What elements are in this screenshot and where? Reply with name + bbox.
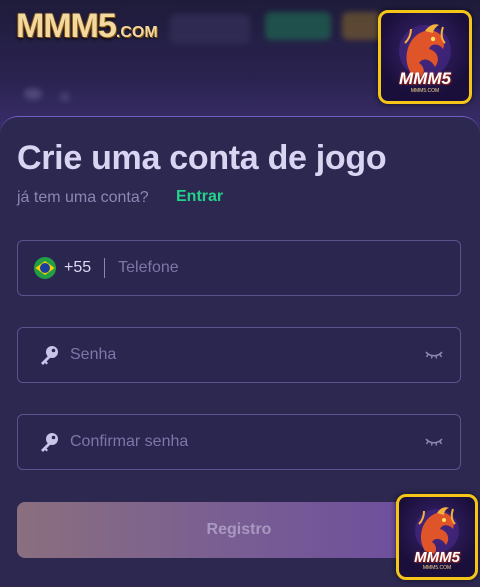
blurred-gold-button xyxy=(342,12,382,40)
app-icon-dragon[interactable]: MMM5 MMM5.COM xyxy=(378,10,472,104)
app-icon-label: MMM5 xyxy=(399,68,451,88)
password-input[interactable] xyxy=(70,328,424,382)
confirm-password-field[interactable] xyxy=(17,414,461,470)
blurred-nav-item xyxy=(170,14,250,44)
app-icon-dragon-floating[interactable]: MMM5 MMM5.COM xyxy=(396,494,478,580)
brand-logo-main: MMM5 xyxy=(16,7,117,45)
login-link[interactable]: Entrar xyxy=(176,188,223,206)
key-icon xyxy=(41,346,58,365)
phone-field[interactable]: +55 xyxy=(17,240,461,296)
dial-code[interactable]: +55 xyxy=(64,259,91,277)
phone-input[interactable] xyxy=(118,241,460,295)
blurred-icon xyxy=(60,92,70,102)
register-button[interactable]: Registro xyxy=(17,502,461,558)
key-icon xyxy=(41,433,58,452)
app-icon-label: MMM5 xyxy=(414,548,460,566)
eye-closed-icon[interactable] xyxy=(424,435,444,449)
eye-closed-icon[interactable] xyxy=(424,348,444,362)
brazil-flag-icon[interactable] xyxy=(34,257,56,279)
password-field[interactable] xyxy=(17,327,461,383)
app-icon-sublabel: MMM5.COM xyxy=(422,564,452,571)
app-icon-sublabel: MMM5.COM xyxy=(410,87,440,94)
blurred-icon xyxy=(24,88,42,100)
have-account-text: já tem uma conta? xyxy=(17,189,149,206)
page-title: Crie uma conta de jogo xyxy=(17,139,387,177)
brand-logo-suffix: .COM xyxy=(115,24,158,41)
field-divider xyxy=(104,258,106,278)
brand-logo: MMM5 .COM xyxy=(16,7,158,46)
blurred-green-button xyxy=(265,12,331,40)
confirm-password-input[interactable] xyxy=(70,415,424,469)
